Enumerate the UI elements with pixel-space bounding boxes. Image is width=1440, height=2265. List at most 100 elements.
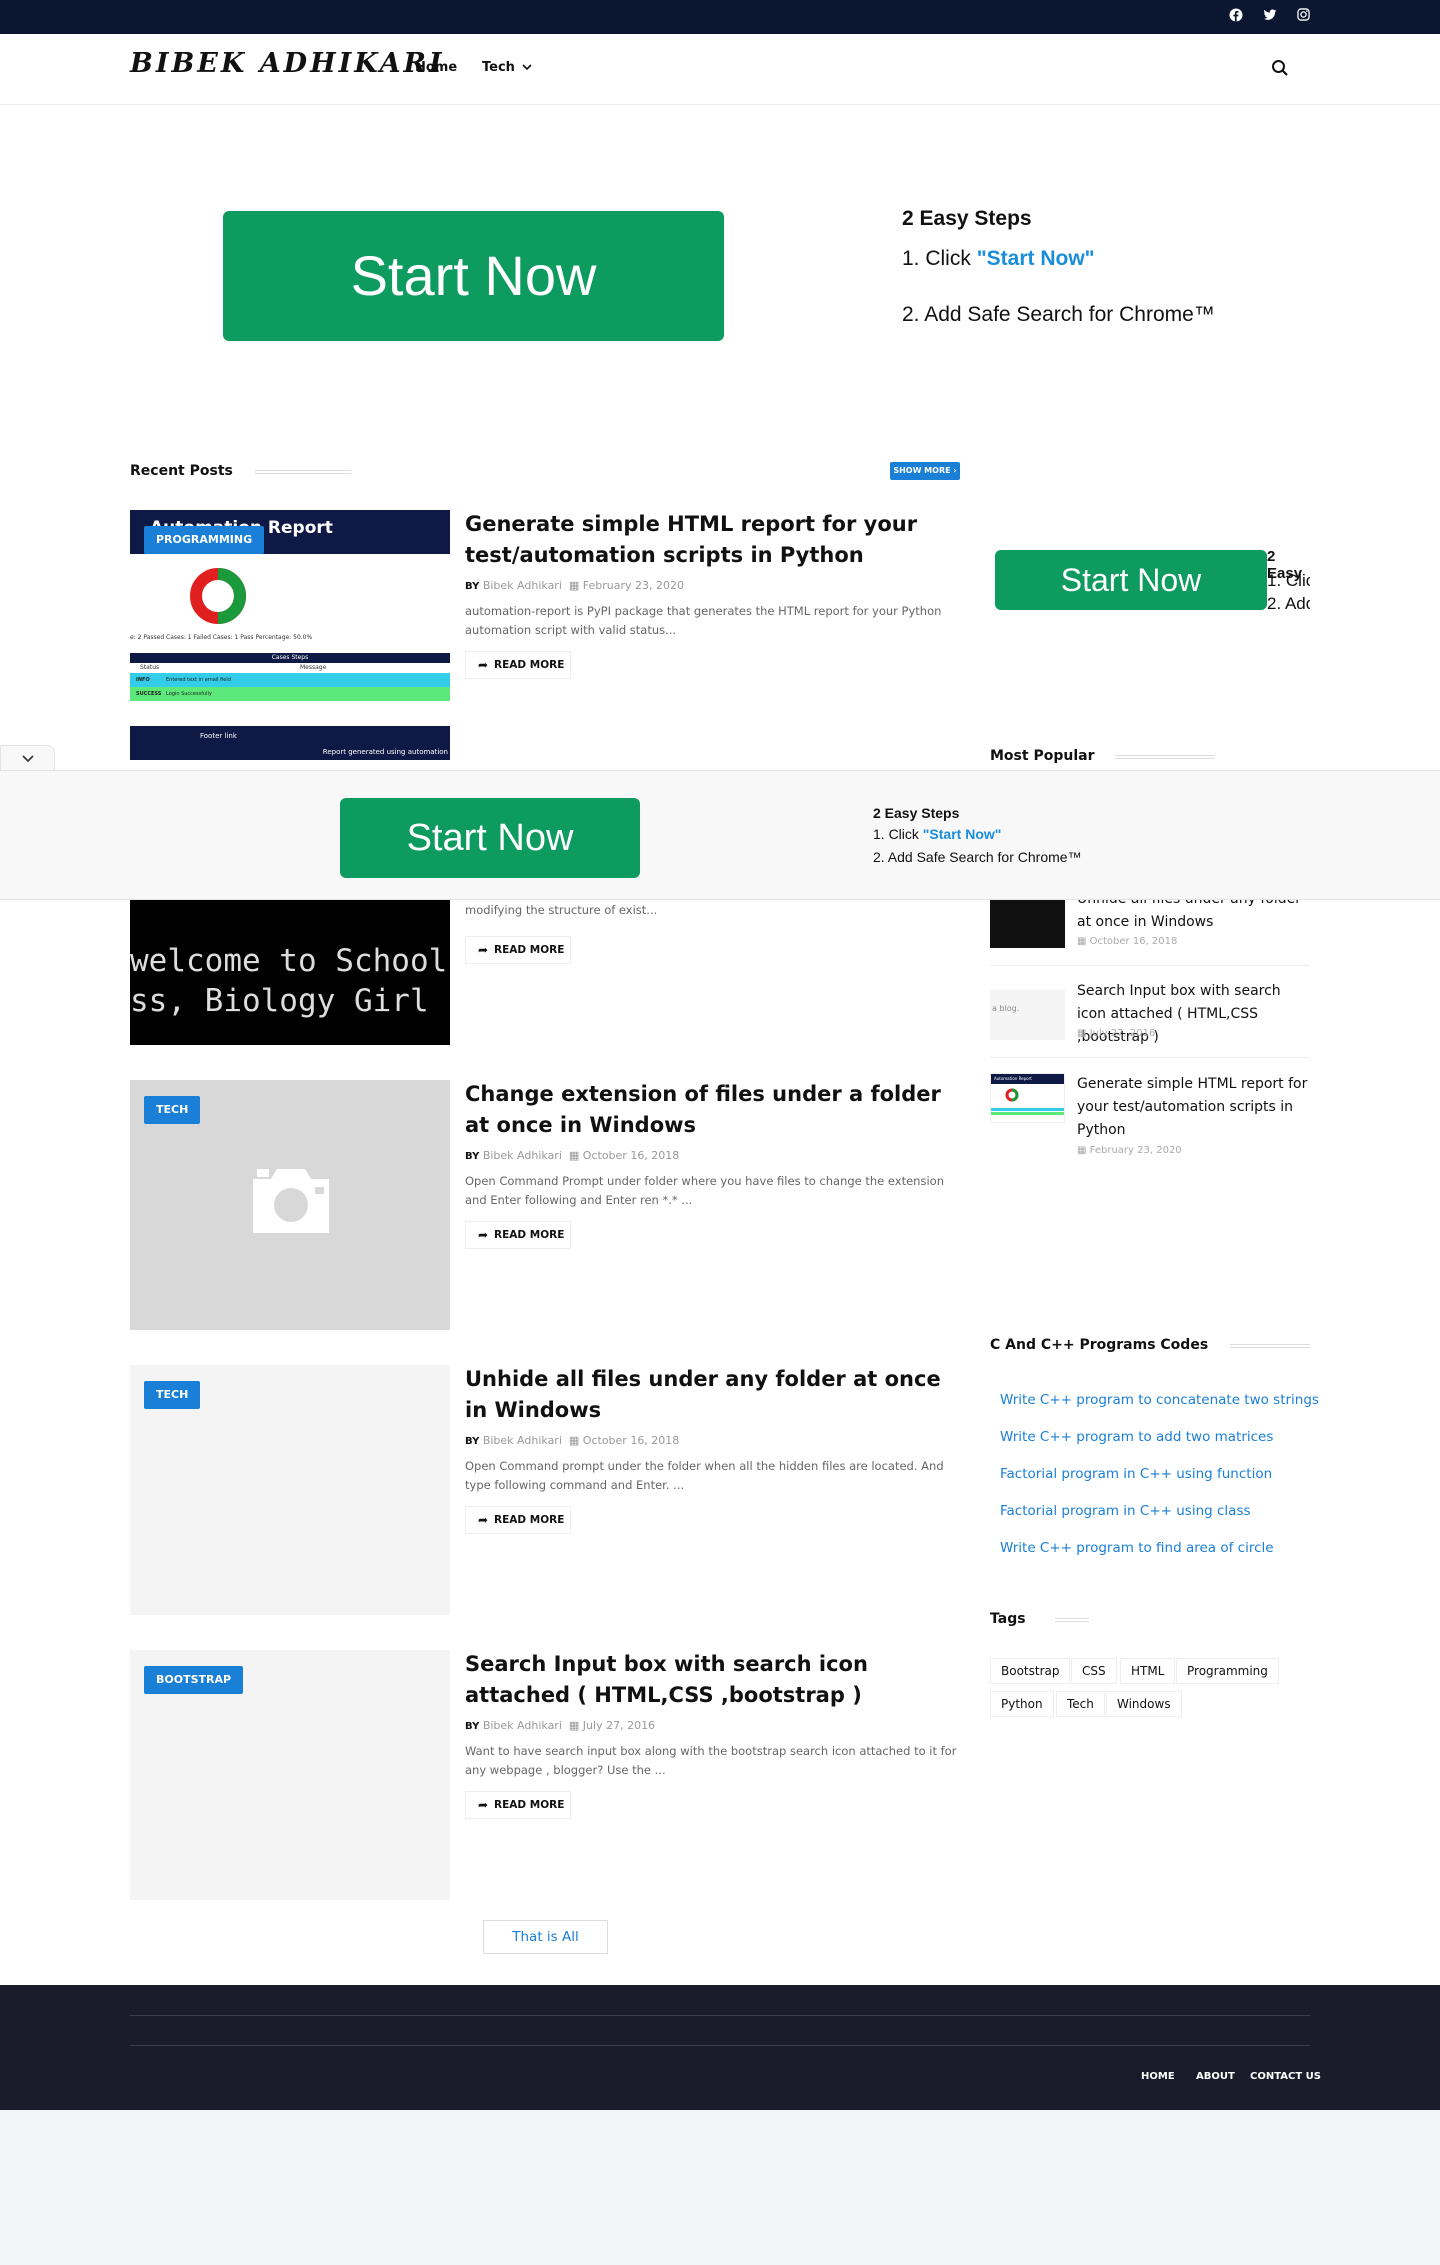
post-author[interactable]: Bibek Adhikari (483, 1149, 562, 1162)
tag-chip[interactable]: Tech (1056, 1691, 1105, 1717)
report-footer-note: Report generated using automation (322, 748, 448, 756)
collapse-ad-button[interactable] (0, 745, 55, 771)
ad-step-1-link[interactable]: "Start Now" (977, 247, 1095, 270)
cpp-link[interactable]: Write C++ program to concatenate two str… (1000, 1392, 1319, 1408)
popular-thumb-text: a blog. (992, 1004, 1020, 1013)
popular-item[interactable]: Unhide all files under any folder at onc… (990, 888, 1310, 968)
popular-date: ▦ February 23, 2020 (1077, 1145, 1182, 1156)
footer-link-about[interactable]: ABOUT (1196, 2071, 1235, 2082)
post-category-badge[interactable]: BOOTSTRAP (144, 1666, 244, 1694)
popular-thumbnail: Automation Report (990, 1073, 1065, 1123)
post-date: October 16, 2018 (582, 1149, 680, 1162)
report-row-info: INFO Entered text in email field (130, 673, 450, 687)
donut-chart-graphic (1005, 1088, 1019, 1102)
popular-item[interactable]: a blog. Search Input box with search ico… (990, 980, 1310, 1060)
report-footer: Footer link Report generated using automa… (130, 726, 450, 760)
post-category-badge[interactable]: PROGRAMMING (144, 526, 265, 554)
facebook-icon[interactable] (1227, 8, 1245, 26)
read-more-label: READ MORE (494, 1514, 565, 1526)
report-table: Cases Steps Status Message INFO Entered te… (130, 653, 450, 709)
footer-divider (130, 2045, 1310, 2046)
tag-chip[interactable]: HTML (1120, 1658, 1176, 1684)
read-more-label: READ MORE (494, 659, 565, 671)
top-ad-banner: Start Now 2 Easy Steps 1. Click "Start N… (0, 105, 1440, 445)
post-title[interactable]: Generate simple HTML report for your tes… (465, 509, 965, 571)
ad-steps-title: 2 Easy Steps (902, 207, 1032, 230)
read-more-button[interactable]: ➦ READ MORE (465, 1791, 571, 1819)
report-row-status: INFO (136, 677, 150, 683)
read-more-label: READ MORE (494, 1799, 565, 1811)
recent-posts-title: Recent Posts (130, 463, 233, 479)
post-meta: BY Bibek Adhikari ▦ October 16, 2018 (465, 1434, 679, 1447)
post-title[interactable]: Search Input box with search icon attach… (465, 1649, 965, 1711)
read-more-button[interactable]: ➦ READ MORE (465, 1221, 571, 1249)
post-by: BY (465, 1436, 480, 1447)
chevron-down-icon (522, 64, 533, 71)
show-more-button[interactable]: SHOW MORE › (890, 462, 960, 480)
section-divider (1115, 755, 1215, 759)
post-excerpt: automation-report is PyPI package that g… (465, 604, 942, 637)
tag-chip[interactable]: Bootstrap (990, 1658, 1071, 1684)
ad-step-1: 1. Clic (1267, 571, 1310, 590)
post-thumbnail[interactable]: BOOTSTRAP (130, 1650, 450, 1900)
cpp-link[interactable]: Factorial program in C++ using function (1000, 1466, 1272, 1482)
ad-step-1-link[interactable]: "Start Now" (923, 826, 1002, 842)
read-more-button[interactable]: ➦ READ MORE (465, 936, 571, 964)
post-author[interactable]: Bibek Adhikari (483, 1719, 562, 1732)
site-header: BIBEK ADHIKARI Home Tech (0, 34, 1440, 105)
share-arrow-icon: ➦ (478, 1798, 489, 1812)
post-thumbnail[interactable]: TECH (130, 1080, 450, 1330)
top-bar (0, 0, 1440, 34)
cpp-link[interactable]: Write C++ program to find area of circle (1000, 1540, 1274, 1556)
instagram-icon[interactable] (1294, 8, 1312, 26)
read-more-button[interactable]: ➦ READ MORE (465, 1506, 571, 1534)
footer-link-home[interactable]: HOME (1141, 2071, 1175, 2082)
post-author[interactable]: Bibek Adhikari (483, 1434, 562, 1447)
popular-title[interactable]: Generate simple HTML report for your tes… (1077, 1073, 1312, 1142)
post-thumbnail[interactable]: TECH (130, 1365, 450, 1615)
site-footer (0, 1985, 1440, 2110)
read-more-label: READ MORE (494, 1229, 565, 1241)
start-now-button[interactable]: Start Now (340, 798, 640, 878)
nav-home[interactable]: Home (415, 60, 457, 75)
cpp-link[interactable]: Write C++ program to add two matrices (1000, 1429, 1273, 1445)
site-logo[interactable]: BIBEK ADHIKARI (130, 48, 445, 79)
post-category-badge[interactable]: TECH (144, 1381, 201, 1409)
calendar-icon: ▦ (568, 1434, 580, 1447)
read-more-label: READ MORE (494, 944, 565, 956)
popular-thumb-text: Automation Report (991, 1074, 1064, 1084)
divider (990, 1057, 1310, 1058)
thumb-row (991, 1112, 1064, 1115)
ad-step-2: 2. Add Safe Search for Chrome™ (873, 849, 1082, 865)
post-by: BY (465, 1151, 480, 1162)
post-excerpt: Open Command Prompt under folder where y… (465, 1174, 944, 1207)
report-row-message: Login Successfully (166, 691, 212, 697)
tag-chip[interactable]: Python (990, 1691, 1054, 1717)
post-category-badge[interactable]: TECH (144, 1096, 201, 1124)
tags-title: Tags (990, 1611, 1026, 1627)
tag-chip[interactable]: Windows (1106, 1691, 1182, 1717)
ad-step-2: 2. Add Safe Search for Chrome™ (902, 303, 1215, 326)
popular-item[interactable]: Automation Report Generate simple HTML r… (990, 1073, 1312, 1156)
start-now-button[interactable]: Start Now (223, 211, 724, 341)
tag-chip[interactable]: CSS (1071, 1658, 1117, 1684)
post-date: October 16, 2018 (582, 1434, 680, 1447)
console-line: welcome to School (130, 943, 448, 979)
calendar-icon: ▦ (568, 1719, 580, 1732)
report-row-success: SUCCESS Login Successfully (130, 687, 450, 701)
start-now-button[interactable]: Start Now (995, 550, 1267, 610)
read-more-button[interactable]: ➦ READ MORE (465, 651, 571, 679)
post-title[interactable]: Change extension of files under a folder… (465, 1079, 965, 1141)
post-excerpt: Want to have search input box along with… (465, 1744, 957, 1777)
nav-tech[interactable]: Tech (482, 60, 533, 75)
load-more-button[interactable]: That is All (483, 1920, 608, 1954)
footer-link-contact[interactable]: CONTACT US (1250, 2071, 1321, 2082)
tag-chip[interactable]: Programming (1176, 1658, 1279, 1684)
report-col-message: Message (300, 664, 327, 671)
twitter-icon[interactable] (1261, 8, 1279, 26)
post-thumbnail[interactable]: Automation Report e: 2 Passed Cases: 1 F… (130, 510, 450, 760)
post-title[interactable]: Unhide all files under any folder at onc… (465, 1364, 965, 1426)
cpp-link[interactable]: Factorial program in C++ using class (1000, 1503, 1251, 1519)
search-icon[interactable] (1271, 59, 1291, 79)
post-author[interactable]: Bibek Adhikari (483, 579, 562, 592)
